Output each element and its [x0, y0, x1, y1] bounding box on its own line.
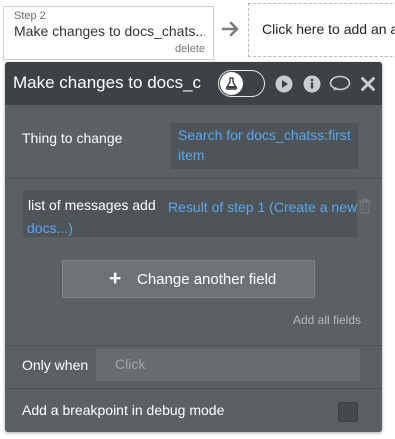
breakpoint-label: Add a breakpoint in debug mode	[22, 402, 225, 418]
workflow-step-card[interactable]: Step 2 Make changes to docs_chats... del…	[3, 6, 214, 60]
change-another-field-label: Change another field	[137, 271, 277, 288]
divider	[5, 388, 382, 389]
play-icon[interactable]	[275, 75, 293, 93]
add-all-fields-link[interactable]: Add all fields	[293, 313, 361, 327]
field-value[interactable]: Result of step 1 (Create a new docs...)	[23, 195, 357, 237]
breakpoint-checkbox[interactable]	[338, 402, 358, 422]
flask-icon	[220, 72, 243, 95]
step-name: Make changes to docs_chats...	[14, 23, 205, 39]
thing-to-change-value[interactable]: Search for docs_chatss:first item	[171, 123, 358, 169]
trash-icon[interactable]	[358, 198, 372, 214]
field-value-line1: Result of step 1 (Create a new	[168, 199, 358, 215]
divider	[5, 178, 382, 179]
close-icon[interactable]	[359, 75, 377, 93]
step-delete-link[interactable]: delete	[175, 43, 205, 55]
info-icon[interactable]	[303, 75, 321, 93]
run-toggle[interactable]	[218, 70, 265, 97]
panel-header: Make changes to docs_c	[5, 62, 382, 105]
add-action-slot[interactable]: Click here to add an action	[248, 3, 395, 57]
panel-title: Make changes to docs_c	[13, 73, 202, 92]
only-when-input[interactable]: Click	[96, 349, 360, 381]
step-number: Step 2	[14, 10, 46, 22]
divider	[5, 345, 382, 346]
action-editor-panel: Make changes to docs_c Thing to change S…	[5, 62, 382, 432]
arrow-right-icon	[221, 19, 240, 39]
panel-body: Thing to change Search for docs_chatss:f…	[5, 105, 382, 432]
field-value-line2: docs...)	[27, 220, 73, 236]
plus-icon: +	[109, 267, 122, 290]
only-when-label: Only when	[22, 357, 89, 373]
thing-to-change-label: Thing to change	[22, 130, 123, 146]
change-another-field-button[interactable]: + Change another field	[62, 260, 315, 298]
comment-icon[interactable]	[329, 75, 351, 93]
